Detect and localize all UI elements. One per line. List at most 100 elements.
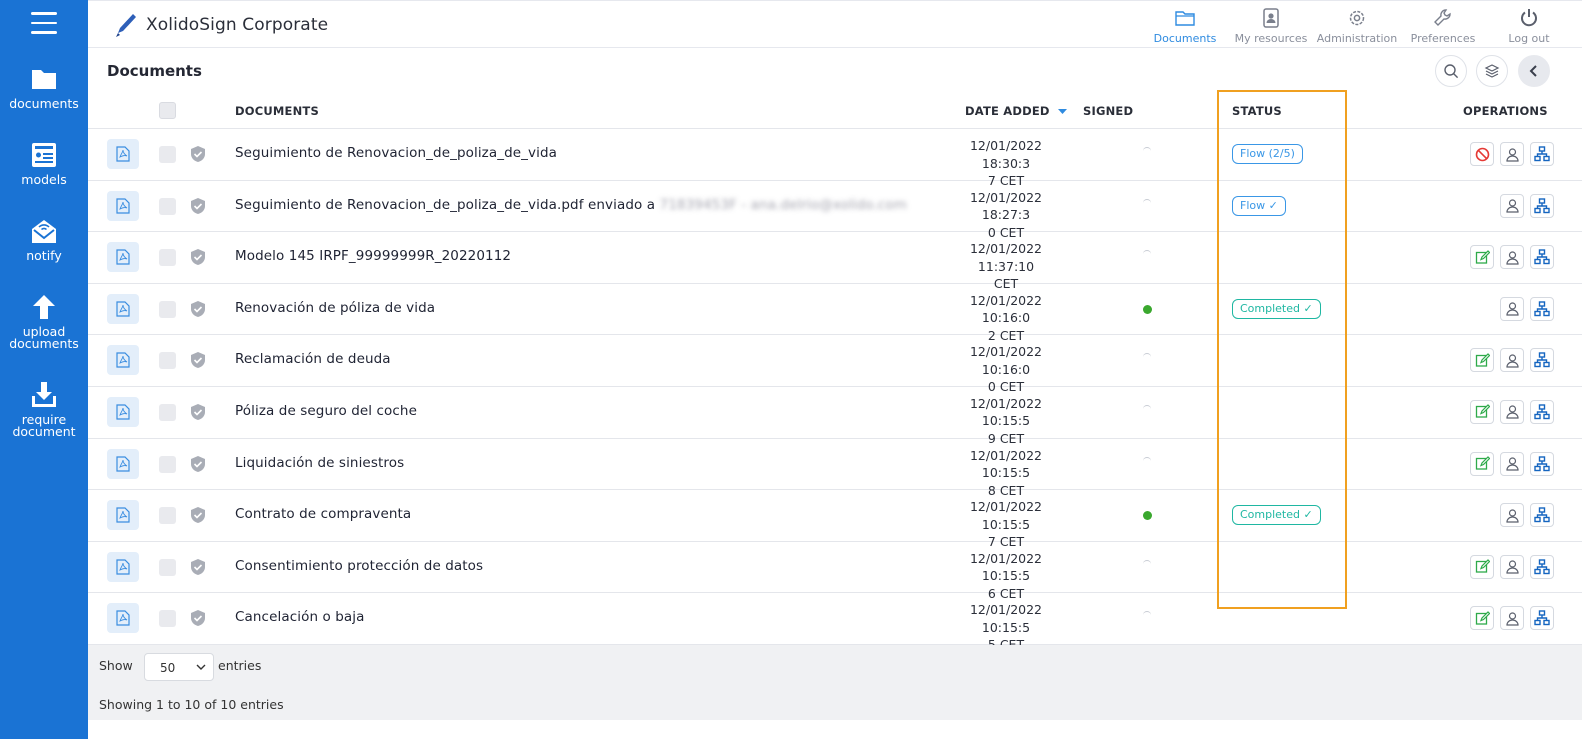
hamburger-menu-icon[interactable] — [31, 12, 57, 34]
sidebar-item-models[interactable]: models — [0, 140, 88, 186]
document-name[interactable]: Consentimiento protección de datos — [235, 558, 483, 574]
table-row[interactable]: Cancelación o baja12/01/2022 10:15:55 CE… — [88, 593, 1582, 652]
sidebar-item-require-document[interactable]: require document — [0, 380, 88, 438]
document-name[interactable]: Liquidación de siniestros — [235, 455, 404, 471]
table-row[interactable]: Modelo 145 IRPF_99999999R_20220112 12/01/… — [88, 232, 1582, 291]
tree-button[interactable] — [1530, 451, 1554, 476]
edit-button[interactable] — [1470, 606, 1494, 631]
nav-documents[interactable]: Documents — [1142, 1, 1228, 49]
tree-button[interactable] — [1530, 503, 1554, 528]
nav-administration[interactable]: Administration — [1314, 1, 1400, 49]
user-button[interactable] — [1500, 399, 1524, 424]
nav-my-resources[interactable]: My resources — [1228, 1, 1314, 49]
document-name-text: Liquidación de siniestros — [235, 454, 405, 471]
document-name[interactable]: Seguimiento de Renovacion_de_poliza_de_v… — [235, 197, 907, 213]
row-checkbox[interactable] — [159, 403, 176, 421]
edit-button[interactable] — [1470, 451, 1494, 476]
entries-label: entries — [218, 658, 262, 673]
row-checkbox[interactable] — [159, 558, 176, 576]
document-name[interactable]: Modelo 145 IRPF_99999999R_20220112 — [235, 248, 511, 264]
table-row[interactable]: Reclamación de deuda 12/01/2022 10:16:0 0 … — [88, 335, 1582, 394]
nav-log-out[interactable]: Log out — [1486, 1, 1572, 49]
edit-button[interactable] — [1470, 348, 1494, 373]
column-header-date-added[interactable]: DATE ADDED — [965, 104, 1067, 118]
edit-button[interactable] — [1470, 245, 1494, 270]
edit-icon — [1475, 456, 1490, 470]
pdf-icon — [116, 146, 130, 162]
edit-button[interactable] — [1470, 554, 1494, 579]
document-name[interactable]: Seguimiento de Renovacion_de_poliza_de_v… — [235, 145, 557, 161]
tree-button[interactable] — [1530, 348, 1554, 373]
tree-button[interactable] — [1530, 554, 1554, 579]
pdf-file-button[interactable] — [107, 500, 139, 531]
tree-button[interactable] — [1530, 245, 1554, 270]
pdf-file-button[interactable] — [107, 396, 139, 427]
status-badge[interactable]: Flow ✓ — [1232, 195, 1286, 216]
sidebar-item-notify[interactable]: notify — [0, 216, 88, 262]
pdf-file-button[interactable] — [107, 139, 139, 169]
search-button[interactable] — [1435, 55, 1467, 87]
table-row[interactable]: Contrato de compraventa 12/01/2022 10:15:… — [88, 490, 1582, 549]
row-checkbox[interactable] — [159, 146, 176, 163]
tree-button[interactable] — [1530, 142, 1554, 166]
status-badge[interactable]: Flow (2/5) — [1232, 144, 1303, 164]
document-name[interactable]: Renovación de póliza de vida — [235, 300, 435, 316]
row-checkbox[interactable] — [159, 507, 176, 525]
status-badge[interactable]: Completed ✓ — [1232, 505, 1321, 526]
cancel-button[interactable] — [1470, 142, 1494, 166]
pdf-file-button[interactable] — [107, 242, 139, 273]
user-button[interactable] — [1500, 451, 1524, 476]
select-all-checkbox[interactable] — [159, 102, 176, 119]
pdf-file-button[interactable] — [107, 345, 139, 376]
table-row[interactable]: Póliza de seguro del coche 12/01/2022 10:… — [88, 387, 1582, 446]
row-checkbox[interactable] — [159, 249, 176, 267]
table-row[interactable]: Renovación de póliza de vida 12/01/2022 1… — [88, 284, 1582, 343]
document-name[interactable]: Reclamación de deuda — [235, 351, 391, 367]
table-row[interactable]: Liquidación de siniestros 12/01/2022 10:1… — [88, 439, 1582, 498]
table-row[interactable]: Consentimiento protección de datos 12/01/… — [88, 542, 1582, 601]
pdf-file-button[interactable] — [107, 190, 139, 221]
row-checkbox[interactable] — [159, 455, 176, 473]
sidebar-item-upload-documents[interactable]: upload documents — [0, 292, 88, 350]
pdf-icon — [116, 455, 130, 472]
pdf-file-button[interactable] — [107, 603, 139, 634]
row-checkbox[interactable] — [159, 352, 176, 370]
pdf-file-button[interactable] — [107, 551, 139, 582]
document-name[interactable]: Póliza de seguro del coche — [235, 403, 417, 419]
user-button[interactable] — [1500, 193, 1524, 218]
column-header-status[interactable]: STATUS — [1232, 104, 1282, 118]
date-added-line1: 12/01/2022 10:15:5 — [969, 602, 1043, 635]
row-checkbox[interactable] — [159, 610, 176, 628]
pdf-icon — [116, 610, 130, 626]
sidebar-item-documents[interactable]: documents — [0, 64, 88, 110]
table-row[interactable]: Seguimiento de Renovacion_de_poliza_de_v… — [88, 181, 1582, 240]
page-size-select[interactable]: 50 — [144, 653, 214, 681]
document-name[interactable]: Contrato de compraventa — [235, 506, 411, 522]
pdf-file-button[interactable] — [107, 448, 139, 479]
column-header-signed[interactable]: SIGNED — [1083, 104, 1133, 118]
nav-preferences[interactable]: Preferences — [1400, 1, 1486, 49]
edit-button[interactable] — [1470, 399, 1494, 424]
layers-button[interactable] — [1476, 55, 1508, 87]
user-button[interactable] — [1500, 348, 1524, 373]
user-button[interactable] — [1500, 554, 1524, 579]
document-name[interactable]: Cancelación o baja — [235, 609, 365, 625]
user-button[interactable] — [1500, 503, 1524, 528]
user-button[interactable] — [1500, 296, 1524, 321]
column-header-documents[interactable]: DOCUMENTS — [235, 104, 319, 118]
models-icon — [32, 143, 56, 167]
collapse-panel-button[interactable] — [1518, 55, 1550, 87]
status-badge[interactable]: Completed ✓ — [1232, 298, 1321, 319]
row-checkbox[interactable] — [159, 197, 176, 215]
tree-button[interactable] — [1530, 399, 1554, 424]
user-button[interactable] — [1500, 606, 1524, 631]
tree-button[interactable] — [1530, 193, 1554, 218]
workflow-icon — [1534, 146, 1550, 162]
pdf-file-button[interactable] — [107, 293, 139, 324]
user-button[interactable] — [1500, 142, 1524, 166]
tree-button[interactable] — [1530, 296, 1554, 321]
table-row[interactable]: Seguimiento de Renovacion_de_poliza_de_v… — [88, 129, 1582, 188]
tree-button[interactable] — [1530, 606, 1554, 631]
user-button[interactable] — [1500, 245, 1524, 270]
row-checkbox[interactable] — [159, 300, 176, 318]
